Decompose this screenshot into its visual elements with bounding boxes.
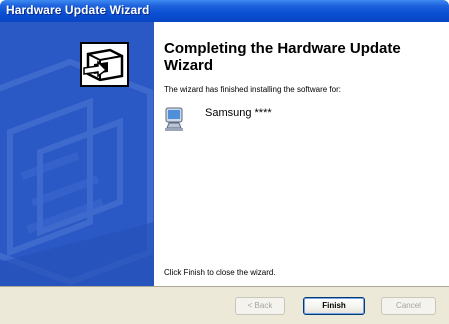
finish-button-label: Finish: [322, 301, 346, 310]
wizard-window: Hardware Update Wizard Completing the Ha…: [0, 0, 449, 324]
cancel-button-label: Cancel: [396, 301, 421, 310]
cancel-button[interactable]: Cancel: [381, 297, 436, 315]
finished-message: The wizard has finished installing the s…: [164, 85, 341, 94]
page-title: Completing the Hardware Update Wizard: [164, 40, 401, 74]
decorative-artwork: [0, 22, 154, 286]
title-bar[interactable]: Hardware Update Wizard: [0, 0, 449, 22]
hardware-wizard-icon: [80, 42, 129, 87]
wizard-side-panel: [0, 22, 154, 286]
button-bar: < Back Finish Cancel: [0, 286, 449, 324]
monitor-icon: [163, 106, 185, 132]
window-title: Hardware Update Wizard: [6, 3, 150, 17]
finish-button[interactable]: Finish: [303, 297, 365, 315]
back-button[interactable]: < Back: [235, 297, 285, 315]
wizard-content: Completing the Hardware Update Wizard Th…: [154, 22, 449, 286]
back-button-label: < Back: [247, 301, 273, 310]
device-name: Samsung ****: [205, 107, 272, 119]
close-instructions: Click Finish to close the wizard.: [164, 268, 276, 277]
